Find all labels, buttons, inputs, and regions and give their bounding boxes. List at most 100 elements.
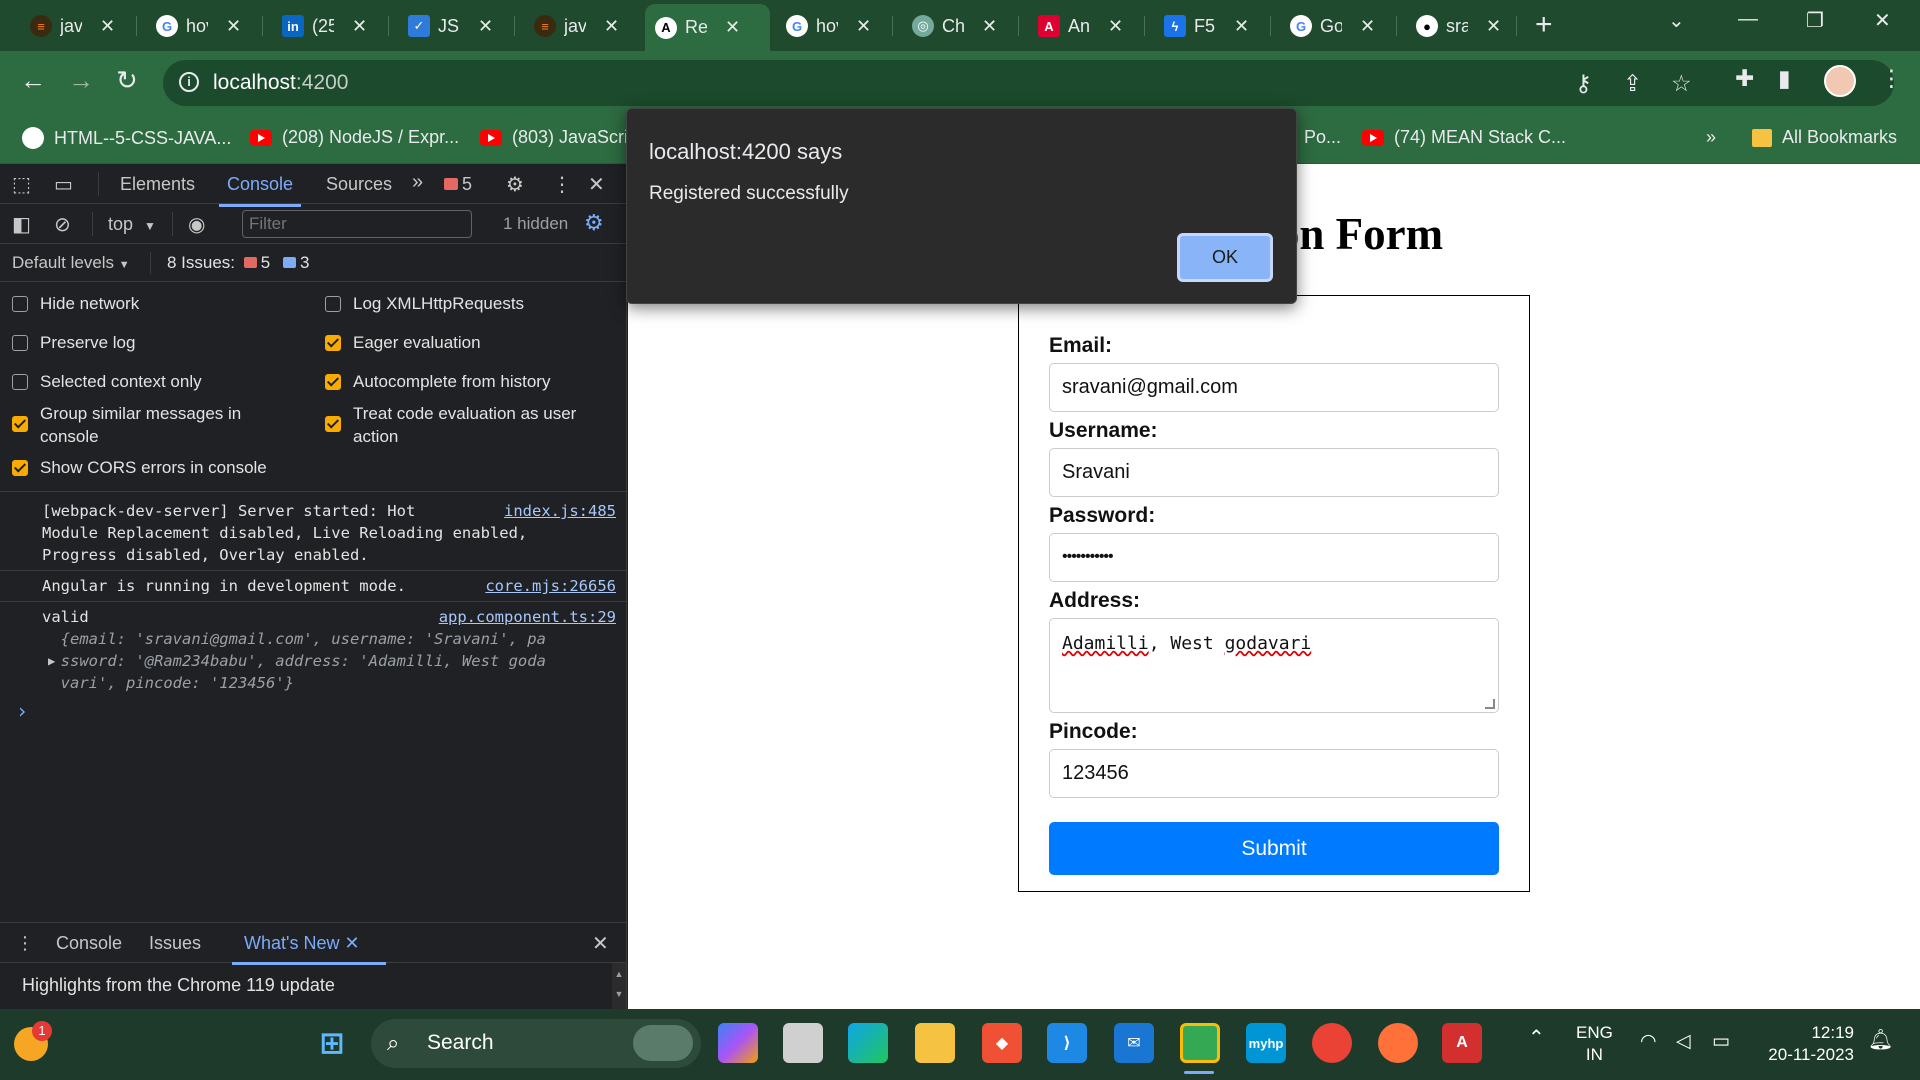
drawer-tab-issues[interactable]: Issues — [149, 933, 201, 954]
site-info-icon[interactable]: i — [179, 72, 199, 92]
back-button[interactable]: ← — [20, 65, 46, 96]
git-icon[interactable]: ◆ — [982, 1023, 1022, 1063]
group-similar-checkbox[interactable]: Group similar messages in console — [12, 402, 241, 448]
close-tab-icon[interactable]: ✕ — [478, 16, 493, 37]
password-key-icon[interactable]: ⚷ — [1575, 70, 1592, 97]
copilot-icon[interactable] — [718, 1023, 758, 1063]
tab-elements[interactable]: Elements — [120, 174, 195, 195]
close-tab-icon[interactable]: ✕ — [1486, 16, 1501, 37]
tab-11[interactable]: G Go ✕ — [1280, 6, 1385, 46]
puzzle-extensions-icon[interactable]: ✚ — [1735, 65, 1754, 92]
close-tab-icon[interactable]: ✕ — [1108, 16, 1123, 37]
resize-handle[interactable] — [1485, 699, 1495, 709]
device-toolbar-icon[interactable]: ▭ — [54, 172, 73, 197]
new-tab-button[interactable]: + — [1535, 10, 1553, 40]
close-tab-icon[interactable]: ✕ — [856, 16, 871, 37]
taskbar-search[interactable]: ⌕ Search — [371, 1019, 701, 1068]
all-bookmarks[interactable]: All Bookmarks — [1752, 127, 1897, 148]
share-icon[interactable]: ⇪ — [1623, 70, 1642, 97]
bookmark-star-icon[interactable]: ☆ — [1671, 70, 1692, 97]
tab-10[interactable]: ϟF5E✕ — [1154, 6, 1259, 46]
minimize-button[interactable]: — — [1738, 8, 1758, 31]
tab-console[interactable]: Console — [218, 174, 302, 207]
whats-new-highlight[interactable]: Highlights from the Chrome 119 update — [22, 975, 335, 996]
more-tabs-icon[interactable]: » — [412, 171, 423, 194]
reload-button[interactable]: ↻ — [116, 65, 138, 96]
tab-2[interactable]: Ghov✕ — [146, 6, 251, 46]
preserve-log-checkbox[interactable]: Preserve log — [12, 331, 135, 354]
tab-12[interactable]: ● sra ✕ — [1406, 6, 1511, 46]
issues-counter[interactable]: 8 Issues: 5 3 — [167, 253, 309, 273]
show-cors-checkbox[interactable]: Show CORS errors in console — [12, 456, 267, 479]
devtools-settings-icon[interactable]: ⚙ — [506, 172, 524, 197]
submit-button[interactable]: Submit — [1049, 822, 1499, 875]
drawer-tab-console[interactable]: Console — [56, 933, 122, 954]
bookmark-nodejs[interactable]: (208) NodeJS / Expr... — [250, 127, 459, 148]
pincode-field[interactable]: 123456 — [1049, 749, 1499, 798]
tab-5[interactable]: ≡ jav ✕ — [524, 6, 629, 46]
error-count-badge[interactable]: 5 — [444, 174, 472, 195]
menu-kebab-icon[interactable]: ⋮ — [1880, 65, 1903, 92]
source-link[interactable]: index.js:485 — [504, 500, 616, 522]
expand-triangle-icon[interactable]: ▶ — [48, 650, 55, 672]
firefox-icon[interactable] — [1378, 1023, 1418, 1063]
address-textarea[interactable]: Adamilli, West godavari — [1049, 618, 1499, 713]
profile-avatar[interactable] — [1824, 65, 1856, 97]
live-expression-eye-icon[interactable]: ◉ — [188, 212, 205, 237]
tab-sources[interactable]: Sources — [326, 174, 392, 195]
show-hidden-icons[interactable]: ⌃ — [1528, 1027, 1545, 1049]
context-selector[interactable]: top ▼ — [108, 214, 156, 235]
tab-8[interactable]: ◎ Ch ✕ — [902, 6, 1007, 46]
bookmark-javascript[interactable]: (803) JavaScri — [480, 127, 628, 148]
close-tab-icon[interactable]: ✕ — [725, 17, 740, 38]
restore-button[interactable]: ❐ — [1806, 8, 1824, 33]
tab-3[interactable]: in (25 ✕ — [272, 6, 377, 46]
mail-icon[interactable]: ✉ — [1114, 1023, 1154, 1063]
close-window-button[interactable]: ✕ — [1874, 8, 1891, 33]
close-tab-icon[interactable]: ✕ — [100, 16, 115, 37]
wifi-icon[interactable]: ◠ — [1640, 1031, 1657, 1053]
tab-4[interactable]: ✓JSC✕ — [398, 6, 503, 46]
source-link[interactable]: core.mjs:26656 — [485, 575, 616, 597]
treat-code-checkbox[interactable]: Treat code evaluation as user action — [325, 402, 576, 448]
console-prompt[interactable]: › — [0, 698, 626, 734]
volume-icon[interactable]: ◁ — [1676, 1031, 1691, 1053]
drawer-scrollbar[interactable]: ▲ ▼ — [612, 963, 626, 1010]
close-tab-icon[interactable]: ✕ — [604, 16, 619, 37]
source-link[interactable]: app.component.ts:29 — [439, 606, 616, 628]
file-explorer-icon[interactable] — [915, 1023, 955, 1063]
edge-icon[interactable] — [848, 1023, 888, 1063]
password-field[interactable]: ••••••••••• — [1049, 533, 1499, 582]
close-tab-icon[interactable]: ✕ — [1234, 16, 1249, 37]
devtools-menu-icon[interactable]: ⋮ — [552, 172, 572, 197]
email-field[interactable]: sravani@gmail.com — [1049, 363, 1499, 412]
tab-7[interactable]: Ghov✕ — [776, 6, 881, 46]
close-tab-icon[interactable]: ✕ — [226, 16, 241, 37]
hide-network-checkbox[interactable]: Hide network — [12, 292, 139, 315]
ok-button[interactable]: OK — [1177, 233, 1273, 282]
clear-console-icon[interactable]: ⊘ — [54, 212, 71, 237]
clock[interactable]: 12:19 20-11-2023 — [1762, 1022, 1854, 1066]
sidebar-toggle-icon[interactable]: ◧ — [12, 212, 31, 237]
bookmark-mean-stack[interactable]: (74) MEAN Stack C... — [1362, 127, 1566, 148]
close-devtools-icon[interactable]: ✕ — [588, 172, 605, 197]
bookmark-html-css[interactable]: HTML--5-CSS-JAVA... — [22, 127, 231, 149]
forward-button[interactable]: → — [68, 65, 94, 96]
tab-9[interactable]: A An ✕ — [1028, 6, 1133, 46]
acrobat-icon[interactable]: A — [1442, 1023, 1482, 1063]
language-indicator[interactable]: ENG IN — [1576, 1022, 1613, 1066]
selected-context-checkbox[interactable]: Selected context only — [12, 370, 202, 393]
console-settings-icon[interactable]: ⚙ — [584, 210, 604, 236]
more-bookmarks-button[interactable]: » — [1706, 127, 1716, 148]
close-tab-icon[interactable]: ✕ — [352, 16, 367, 37]
battery-icon[interactable]: ▭ — [1712, 1031, 1730, 1053]
drawer-menu-icon[interactable]: ⋮ — [16, 933, 34, 954]
close-tab-icon[interactable]: ✕ — [1360, 16, 1375, 37]
close-tab-icon[interactable]: ✕ — [344, 933, 359, 953]
side-panel-icon[interactable]: ▮ — [1778, 65, 1791, 92]
tab-search-icon[interactable]: ⌄ — [1668, 8, 1685, 33]
username-field[interactable]: Sravani — [1049, 448, 1499, 497]
chrome-profile-icon[interactable] — [1180, 1023, 1220, 1063]
address-bar[interactable]: i localhost:4200 ⚷ ⇪ ☆ — [163, 60, 1894, 106]
url-text[interactable]: localhost:4200 — [213, 71, 348, 95]
